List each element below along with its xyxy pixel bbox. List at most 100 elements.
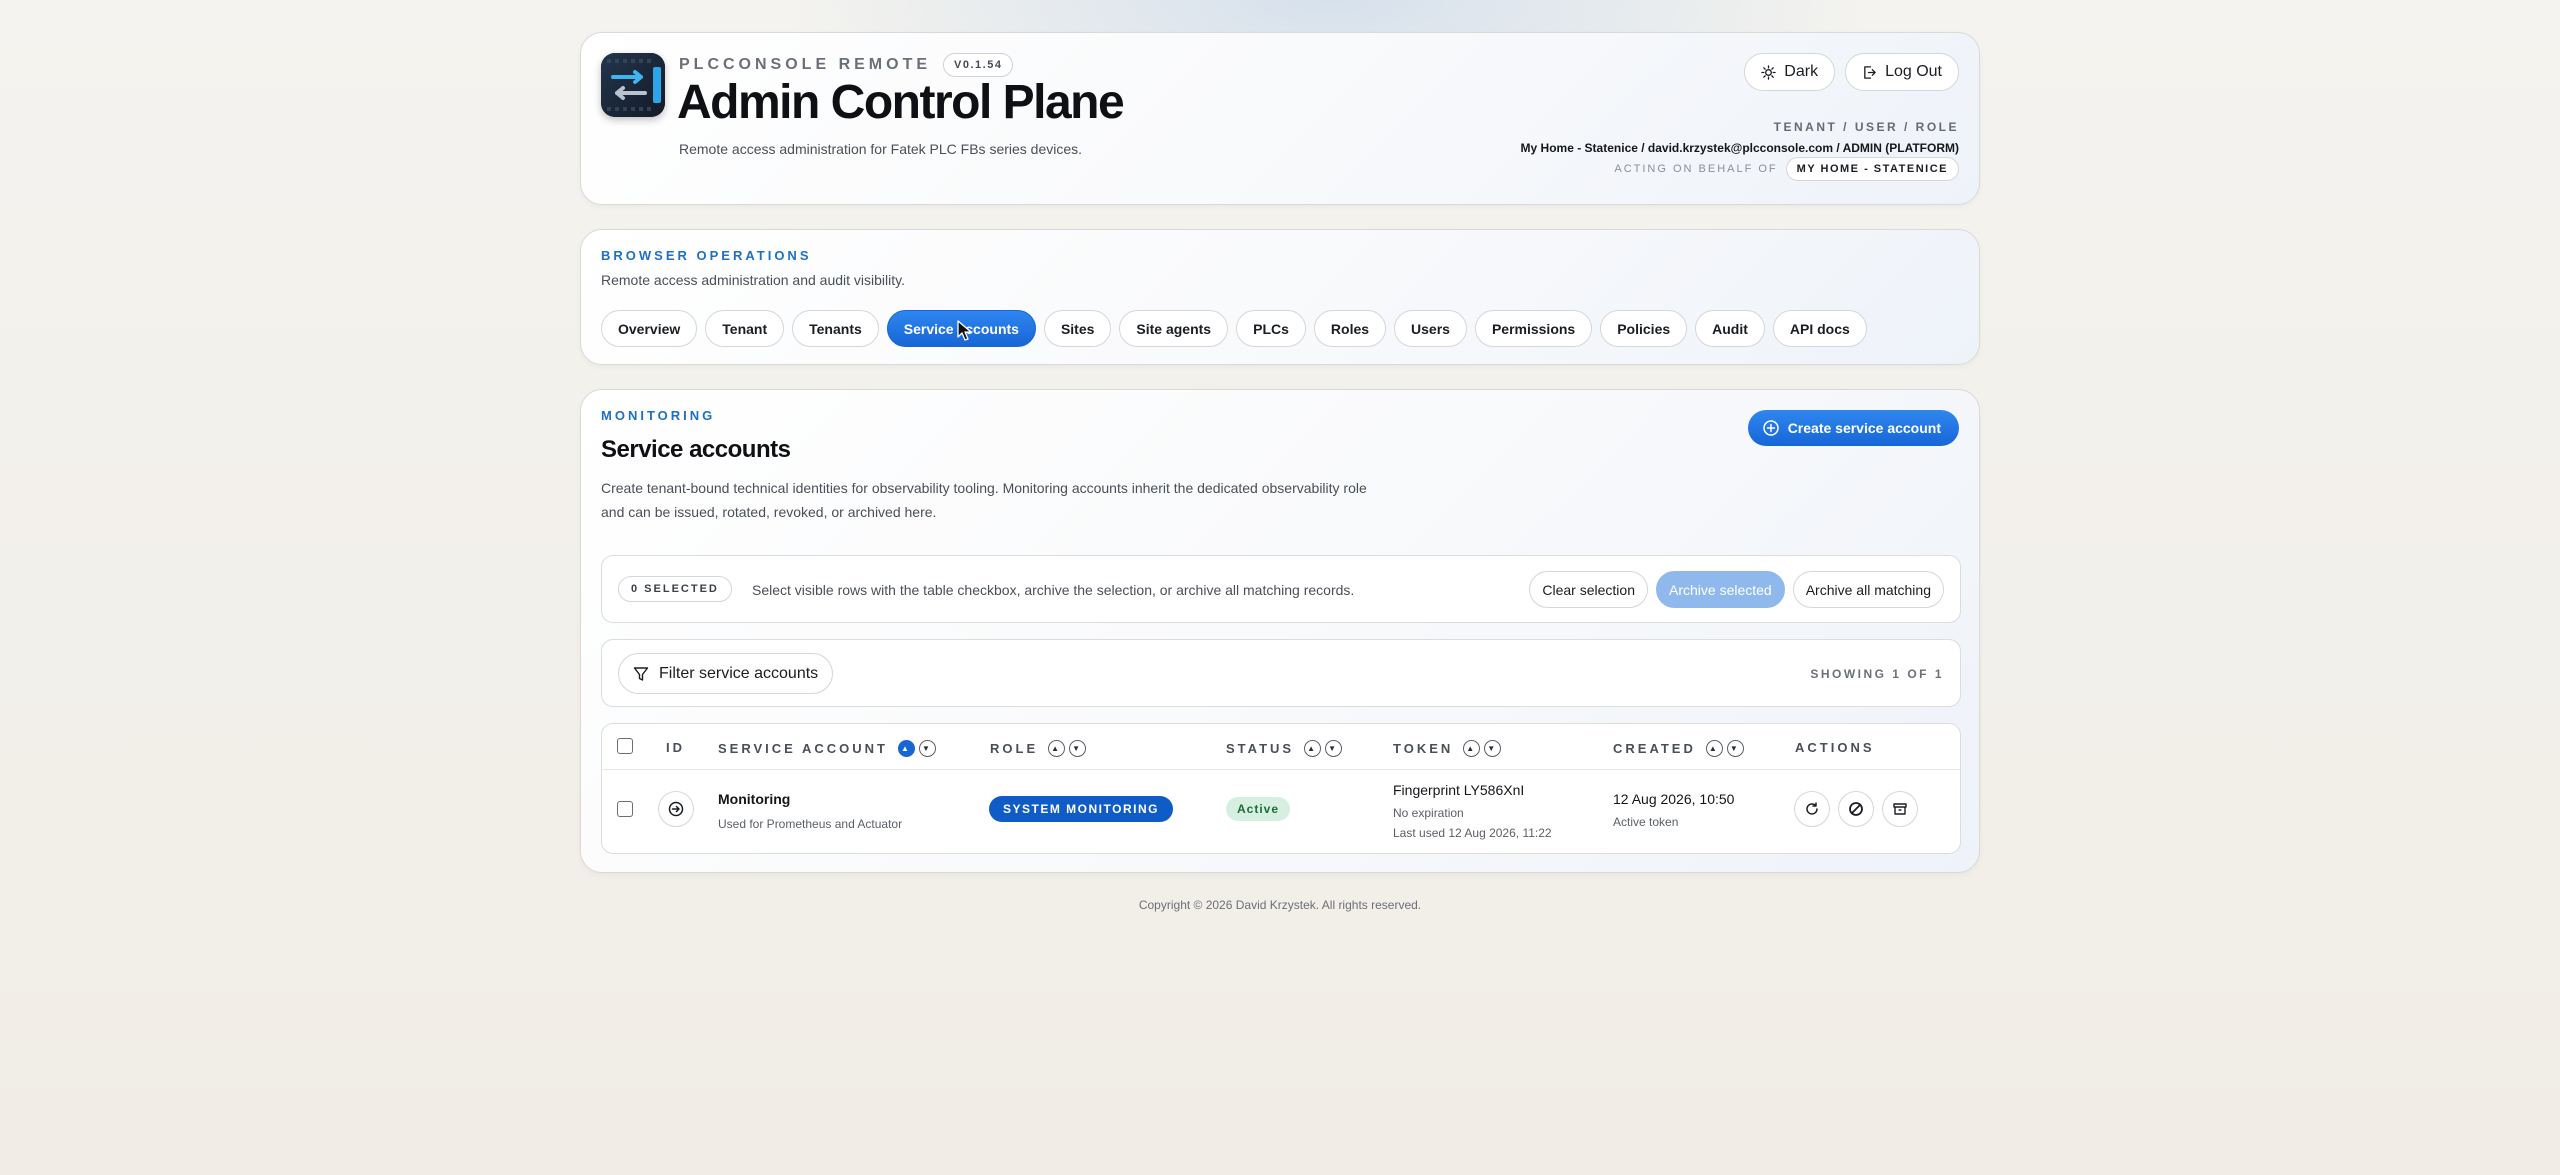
tab-permissions[interactable]: Permissions [1474, 310, 1593, 347]
brand-row: PLCCONSOLE REMOTE V0.1.54 [679, 53, 1014, 77]
arrow-right-circle-icon [668, 801, 684, 817]
sort-asc-icon[interactable]: ▲ [897, 740, 915, 757]
app-logo-icon [601, 53, 665, 117]
service-accounts-table: ID SERVICE ACCOUNT ▲ ▼ ROLE ▲ ▼ STATUS ▲ ▼ … [601, 723, 1961, 854]
tab-service-accounts[interactable]: Service accounts [886, 310, 1036, 347]
created-date: 12 Aug 2026, 10:50 [1613, 791, 1735, 807]
tab-audit[interactable]: Audit [1695, 310, 1765, 347]
section-description: Create tenant-bound technical identities… [601, 480, 1367, 520]
tab-sites[interactable]: Sites [1043, 310, 1112, 347]
tenant-user-role-value: My Home - Statenice / david.krzystek@plc… [1520, 141, 1959, 155]
token-last-used: Last used 12 Aug 2026, 11:22 [1393, 826, 1552, 840]
sort-controls: ▲ ▼ [1304, 740, 1343, 757]
sort-desc-icon[interactable]: ▼ [1484, 740, 1502, 757]
sun-icon [1761, 64, 1776, 80]
tab-tenants[interactable]: Tenants [792, 310, 879, 347]
tab-users[interactable]: Users [1394, 310, 1467, 347]
nav-tabs: Overview Tenant Tenants Service accounts… [601, 310, 1867, 347]
archive-icon [1893, 803, 1907, 815]
tab-roles[interactable]: Roles [1313, 310, 1387, 347]
logout-icon [1864, 65, 1876, 79]
filter-bar: Filter service accounts SHOWING 1 OF 1 [601, 639, 1961, 707]
filter-label: Filter service accounts [659, 664, 819, 682]
nav-description: Remote access administration and audit v… [601, 272, 905, 288]
logout-label: Log Out [1885, 63, 1942, 80]
create-service-account-button[interactable]: Create service account [1747, 410, 1959, 446]
open-row-button[interactable] [658, 791, 694, 827]
select-all-checkbox[interactable] [617, 738, 633, 754]
token-expiry: No expiration [1393, 806, 1464, 820]
sort-desc-icon[interactable]: ▼ [1325, 740, 1343, 757]
app-container: PLCCONSOLE REMOTE V0.1.54 Admin Control … [580, 32, 1980, 873]
token-fingerprint: Fingerprint LY586XnI [1393, 782, 1525, 798]
tab-plcs[interactable]: PLCs [1236, 310, 1306, 347]
account-description: Used for Prometheus and Actuator [718, 817, 903, 831]
logout-button[interactable]: Log Out [1845, 53, 1959, 91]
sort-controls: ▲ ▼ [1048, 740, 1087, 757]
sort-asc-icon[interactable]: ▲ [1304, 740, 1322, 757]
rotate-token-button[interactable] [1794, 791, 1830, 827]
account-cell: Monitoring Used for Prometheus and Actua… [718, 791, 902, 831]
brand-name: PLCCONSOLE REMOTE [679, 56, 932, 73]
tab-site-agents[interactable]: Site agents [1119, 310, 1229, 347]
tab-overview[interactable]: Overview [601, 310, 698, 347]
selection-help-text: Select visible rows with the table check… [752, 582, 1355, 598]
sort-controls: ▲ ▼ [1463, 740, 1502, 757]
row-checkbox[interactable] [617, 801, 633, 817]
page-title: Admin Control Plane [677, 76, 1125, 129]
acting-label: ACTING ON BEHALF OF [1614, 163, 1778, 175]
version-badge: V0.1.54 [943, 53, 1014, 77]
header-card: PLCCONSOLE REMOTE V0.1.54 Admin Control … [580, 32, 1980, 205]
nav-eyebrow: BROWSER OPERATIONS [601, 248, 812, 263]
header-actions: Dark Log Out [1744, 53, 1959, 91]
tab-api-docs[interactable]: API docs [1772, 310, 1867, 347]
sort-controls: ▲ ▼ [897, 740, 936, 757]
sort-desc-icon[interactable]: ▼ [1726, 740, 1744, 757]
sort-desc-icon[interactable]: ▼ [918, 740, 936, 757]
status-badge: Active [1226, 797, 1291, 821]
col-id-label: ID [666, 740, 685, 755]
col-status-label: STATUS [1226, 741, 1295, 756]
section-title: Service accounts [601, 436, 791, 463]
sort-asc-icon[interactable]: ▲ [1463, 740, 1481, 757]
tab-policies[interactable]: Policies [1600, 310, 1688, 347]
service-accounts-card: MONITORING Service accounts Create tenan… [580, 389, 1980, 873]
sort-asc-icon[interactable]: ▲ [1048, 740, 1066, 757]
acting-on-behalf: ACTING ON BEHALF OF MY HOME - STATENICE [1614, 157, 1959, 181]
col-service-account: SERVICE ACCOUNT ▲ ▼ [718, 740, 936, 757]
archive-row-button[interactable] [1882, 791, 1918, 827]
revoke-token-button[interactable] [1838, 791, 1874, 827]
sort-controls: ▲ ▼ [1705, 740, 1744, 757]
selection-bar: 0 SELECTED Select visible rows with the … [601, 555, 1961, 623]
clear-selection-button[interactable]: Clear selection [1529, 571, 1648, 608]
tab-tenant[interactable]: Tenant [705, 310, 785, 347]
plus-circle-icon [1762, 420, 1779, 436]
created-sub: Active token [1613, 815, 1679, 829]
col-created: CREATED ▲ ▼ [1613, 740, 1744, 757]
col-actions: ACTIONS [1795, 740, 1875, 755]
section-eyebrow: MONITORING [601, 408, 716, 423]
account-name[interactable]: Monitoring [718, 791, 902, 807]
col-account-label: SERVICE ACCOUNT [718, 741, 888, 756]
dark-mode-button[interactable]: Dark [1744, 53, 1836, 91]
archive-all-matching-button[interactable]: Archive all matching [1792, 571, 1944, 608]
selected-count-badge: 0 SELECTED [618, 576, 732, 602]
col-token-label: TOKEN [1393, 741, 1454, 756]
sort-desc-icon[interactable]: ▼ [1069, 740, 1087, 757]
sort-asc-icon[interactable]: ▲ [1705, 740, 1723, 757]
footer-copyright: Copyright © 2026 David Krzystek. All rig… [1138, 898, 1422, 912]
col-role: ROLE ▲ ▼ [990, 740, 1087, 757]
col-status: STATUS ▲ ▼ [1226, 740, 1343, 757]
role-cell: SYSTEM MONITORING [989, 796, 1173, 822]
tenant-user-role-label: TENANT / USER / ROLE [1773, 120, 1959, 134]
archive-selected-button[interactable]: Archive selected [1656, 571, 1785, 608]
col-id: ID [666, 740, 685, 755]
token-cell: Fingerprint LY586XnI No expiration Last … [1393, 782, 1552, 840]
acting-tenant-badge[interactable]: MY HOME - STATENICE [1785, 157, 1959, 181]
col-role-label: ROLE [990, 741, 1039, 756]
status-cell: Active [1226, 797, 1291, 821]
role-badge: SYSTEM MONITORING [989, 796, 1173, 822]
filter-button[interactable]: Filter service accounts [618, 653, 834, 694]
browser-operations-card: BROWSER OPERATIONS Remote access adminis… [580, 229, 1980, 365]
create-button-label: Create service account [1787, 420, 1941, 436]
